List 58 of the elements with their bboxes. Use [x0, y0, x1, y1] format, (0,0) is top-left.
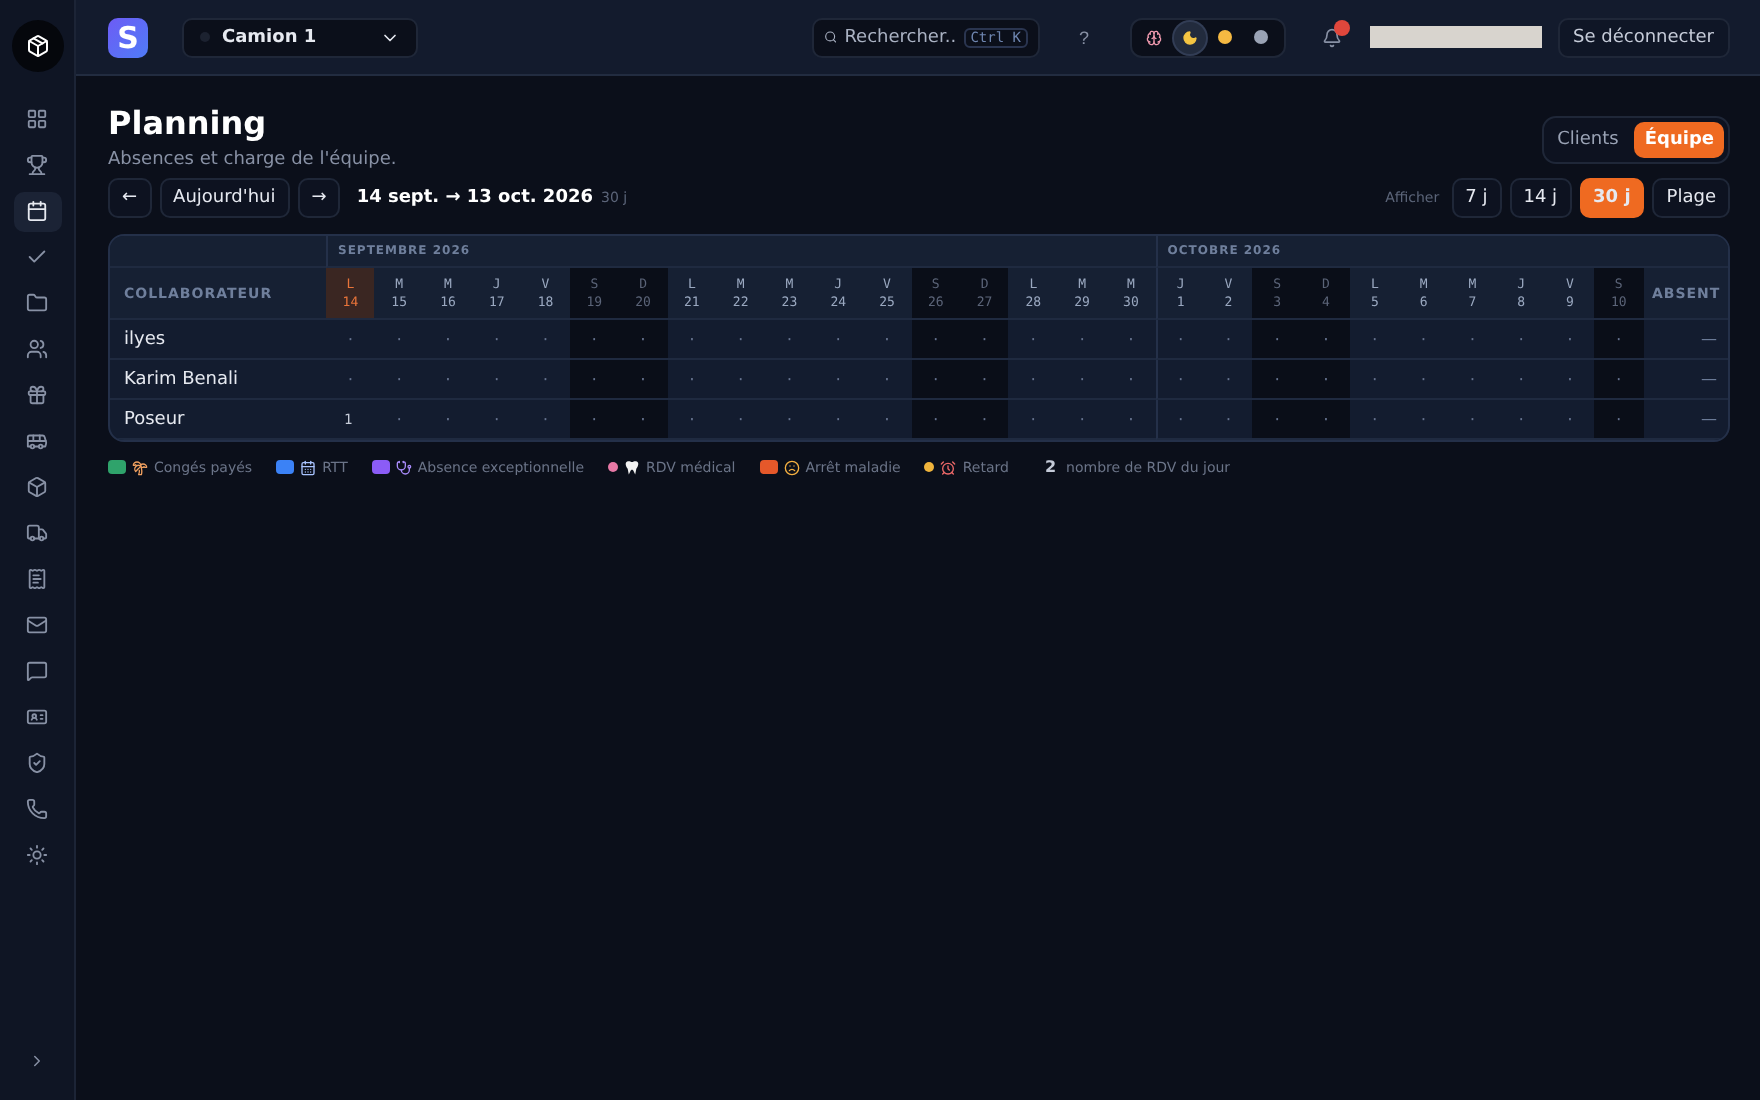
sun-icon [26, 844, 48, 866]
absent-cell: — [1643, 400, 1728, 440]
shield-check-icon [26, 752, 48, 774]
moon-icon [1181, 29, 1198, 45]
check-icon [26, 246, 48, 268]
search-field[interactable]: Rechercher... [844, 27, 957, 47]
calendar-icon [300, 459, 317, 475]
mode-tab[interactable]: Équipe [1634, 122, 1724, 158]
previous-button[interactable]: ← [108, 178, 152, 218]
employee-name: Poseur [110, 400, 326, 440]
today-button[interactable]: Aujourd'hui [159, 178, 290, 218]
search-icon [823, 28, 837, 46]
brain-icon [1145, 29, 1162, 45]
employee-name: Karim Benali [110, 360, 326, 400]
users-icon [26, 338, 48, 360]
page-subtitle: Absences et charge de l'équipe. [108, 150, 397, 170]
next-button[interactable]: → [297, 178, 341, 218]
chat-icon [26, 660, 48, 682]
date-range: 14 sept. → 13 oct. 2026 [356, 188, 593, 208]
mode-tab[interactable]: Clients [1547, 122, 1629, 158]
absent-cell: — [1643, 360, 1728, 400]
theme-option[interactable] [1173, 21, 1206, 53]
help-button[interactable]: ? [1067, 25, 1102, 49]
employee-name: ilyes [110, 320, 326, 360]
tooth-icon [624, 459, 641, 475]
trophy-icon [26, 154, 48, 176]
circle-icon [1254, 30, 1269, 44]
span-option[interactable]: Plage [1652, 178, 1730, 218]
sidebar-item[interactable] [13, 191, 61, 231]
app-logo[interactable]: S [108, 17, 148, 57]
notifications-button[interactable] [1321, 27, 1342, 47]
box-icon [26, 476, 48, 498]
alarm-clock-icon [940, 459, 957, 475]
chevron-right-icon [28, 1051, 46, 1069]
stethoscope-icon [395, 459, 412, 475]
legend-count: 2 [1044, 458, 1057, 476]
sad-face-icon [783, 459, 800, 475]
calendar-icon [26, 200, 48, 222]
vehicle-select[interactable]: Camion 1 [182, 17, 418, 57]
truck-icon [26, 522, 48, 544]
dashboard-icon [26, 108, 48, 130]
logout-button[interactable]: Se déconnecter [1557, 17, 1730, 57]
span-option[interactable]: 14 j [1509, 178, 1572, 218]
receipt-icon [26, 568, 48, 590]
mail-icon [26, 614, 48, 636]
notification-badge [1333, 19, 1350, 35]
id-card-icon [26, 706, 48, 728]
phone-icon [26, 798, 48, 820]
page-title: Planning [108, 104, 269, 142]
folder-icon [26, 292, 48, 314]
circle-icon [1218, 30, 1233, 44]
app-logo[interactable] [11, 20, 63, 72]
span-option[interactable]: 30 j [1579, 178, 1645, 218]
bus-icon [26, 430, 48, 452]
gift-icon [26, 384, 48, 406]
span-option[interactable]: 7 j [1451, 178, 1502, 218]
palm-tree-icon [132, 459, 148, 475]
absent-cell: — [1643, 320, 1728, 360]
